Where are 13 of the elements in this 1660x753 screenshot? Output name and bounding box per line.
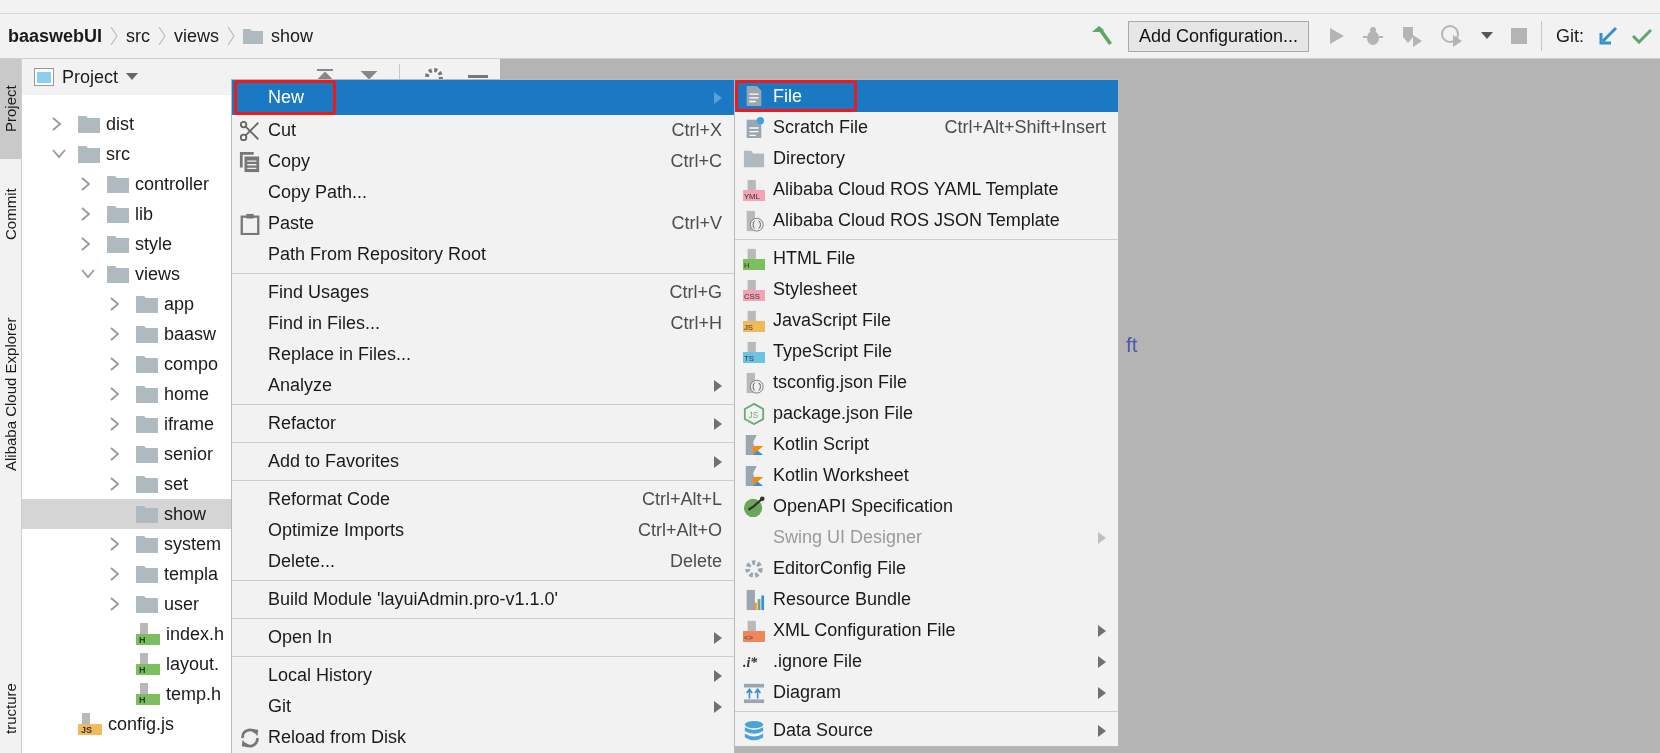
editor-hint: ft [1126,333,1138,356]
shortcut-label: Ctrl+V [671,213,722,234]
git-label: Git: [1556,25,1584,47]
shortcut-label: Ctrl+Alt+L [641,489,722,510]
ignore-file-icon: .i* [743,650,765,673]
shortcut-label: Ctrl+Alt+O [637,520,722,541]
shortcut-label: Ctrl+X [671,120,722,141]
shortcut-label: Ctrl+G [669,282,722,303]
shortcut-label: Ctrl+Alt+Shift+Insert [944,117,1106,138]
shortcut-label: Ctrl+H [670,313,722,334]
shortcut-label: Delete [669,551,722,572]
hexagon-icon: JS [743,402,765,425]
shortcut-label: Ctrl+C [670,151,722,172]
